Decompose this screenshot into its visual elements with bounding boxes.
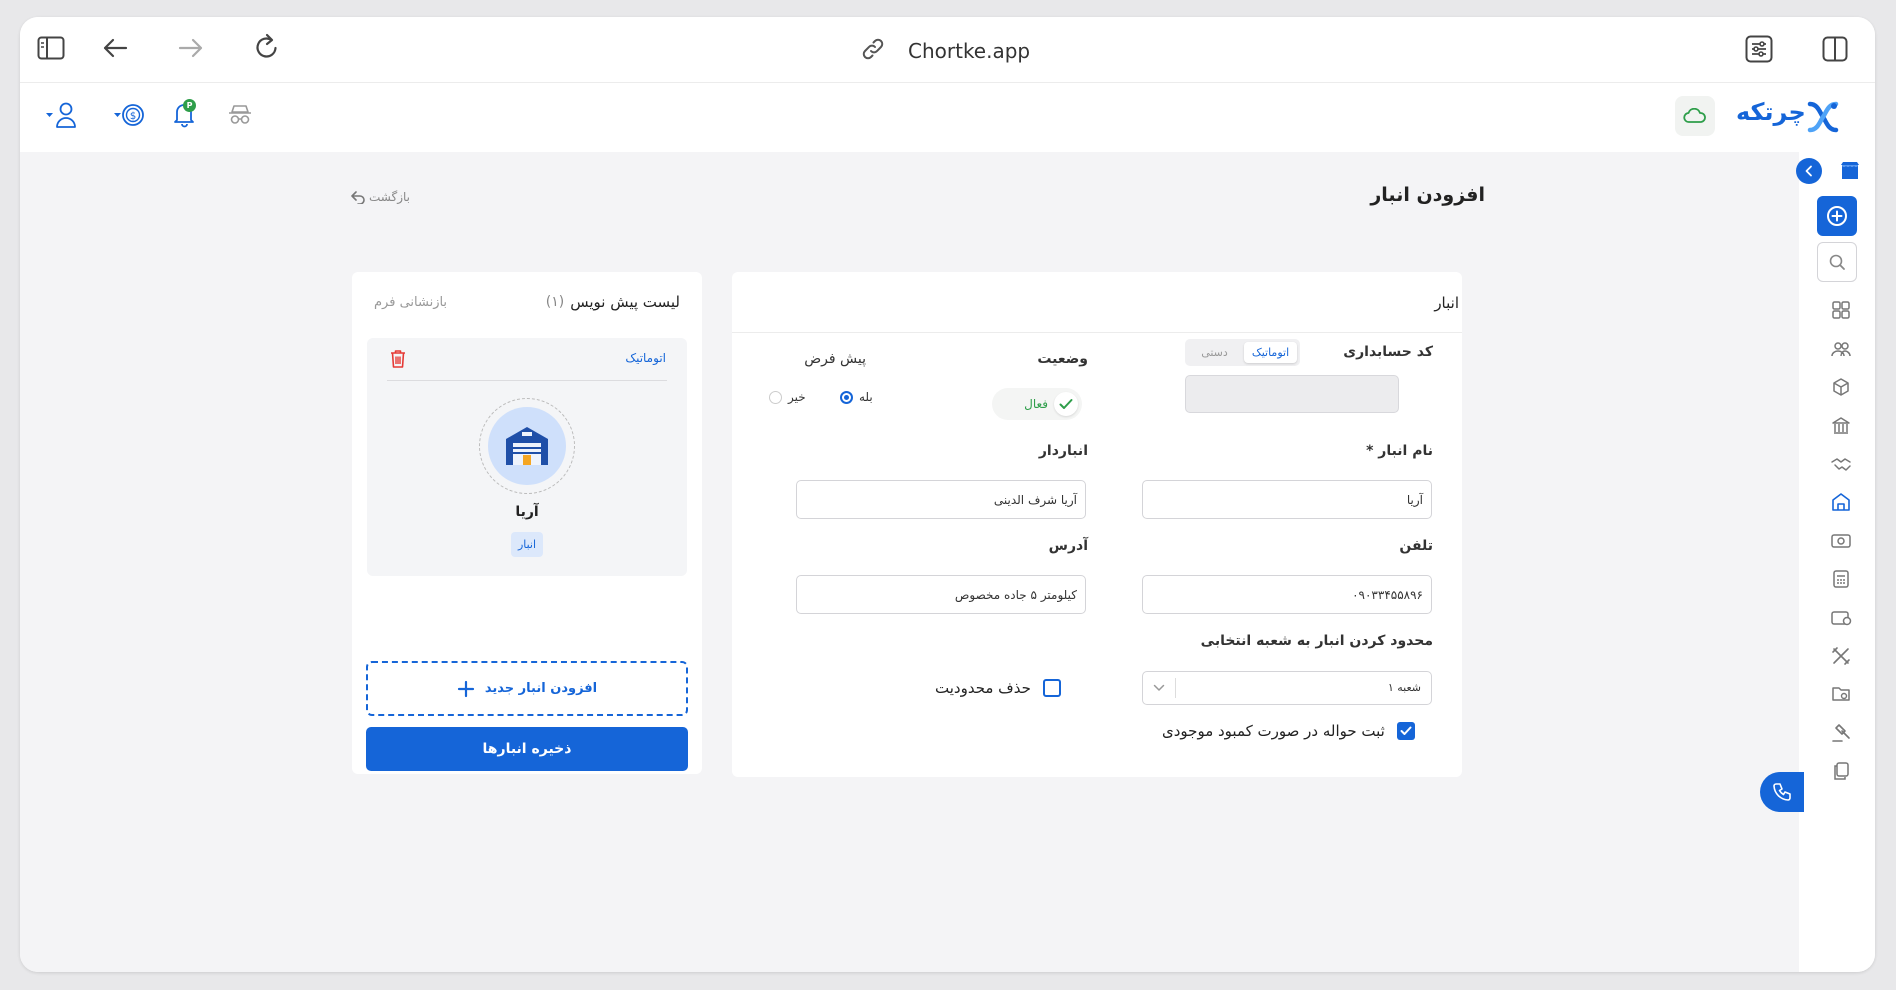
branch-select-value: شعبه ۱ — [1387, 681, 1421, 694]
default-no-label: خیر — [788, 390, 806, 404]
add-new-warehouse-button[interactable]: افزودن انبار جدید — [366, 661, 688, 716]
radio-checked-icon — [840, 390, 853, 404]
branch-select[interactable]: شعبه ۱ — [1142, 671, 1432, 705]
draft-item-code-mode: اتوماتیک — [625, 351, 666, 365]
item-divider — [387, 380, 667, 381]
address-bar-url[interactable]: Chortke.app — [908, 39, 1030, 63]
default-yes-label: بله — [859, 390, 873, 404]
draft-count: (۱) — [545, 294, 565, 310]
phone-label: تلفن — [1399, 538, 1433, 554]
section-divider — [732, 332, 1462, 333]
checkbox-checked-icon — [1396, 722, 1415, 740]
dashboard-grid-icon[interactable] — [1830, 299, 1852, 321]
checkbox-unchecked-icon — [1042, 679, 1061, 697]
remove-limit-label: حذف محدودیت — [935, 679, 1031, 697]
address-input[interactable]: کیلومتر ۵ جاده مخصوص — [796, 575, 1086, 614]
documents-icon[interactable] — [1830, 760, 1852, 782]
svg-text:$: $ — [130, 111, 136, 122]
warehouse-name-input[interactable]: آریا — [1142, 480, 1432, 519]
back-arrow-icon[interactable] — [98, 31, 132, 65]
split-view-icon[interactable] — [1818, 32, 1852, 66]
handshake-icon[interactable] — [1830, 453, 1852, 475]
calculator-icon[interactable] — [1830, 568, 1852, 590]
warehouse-icon — [488, 407, 566, 485]
code-mode-automatic[interactable]: اتوماتیک — [1244, 342, 1297, 363]
people-icon[interactable] — [1830, 338, 1852, 360]
status-value: فعال — [1024, 397, 1048, 411]
plus-icon — [457, 680, 474, 697]
check-icon — [1054, 392, 1078, 416]
draft-list-card: لیست پیش نویس (۱) بازنشانی فرم اتوماتیک … — [352, 272, 702, 774]
warehouse-form-card: انبار کد حسابداری اتوماتیک دستی وضعیت فع… — [732, 272, 1462, 777]
register-shortage-label: ثبت حواله در صورت کمبود موجودی — [1162, 722, 1385, 740]
status-toggle[interactable]: فعال — [992, 388, 1082, 420]
incognito-icon[interactable] — [224, 100, 256, 130]
radio-unchecked-icon — [769, 390, 782, 404]
status-label: وضعیت — [1037, 351, 1088, 367]
box-icon[interactable] — [1830, 376, 1852, 398]
draft-list-header: لیست پیش نویس (۱) — [546, 293, 680, 311]
quick-add-icon[interactable] — [1817, 196, 1857, 236]
store-icon[interactable] — [1839, 160, 1861, 182]
bank-icon[interactable] — [1830, 415, 1852, 437]
notification-badge: P — [183, 99, 196, 112]
sidebar-toggle-icon[interactable] — [34, 31, 68, 65]
browser-toolbar: Chortke.app — [20, 17, 1875, 83]
warehouse-keeper-label: انباردار — [1038, 443, 1088, 459]
cloud-sync-icon[interactable] — [1675, 96, 1715, 136]
gavel-icon[interactable] — [1830, 722, 1852, 744]
accounting-code-label: کد حسابداری — [1343, 344, 1433, 360]
draft-item[interactable]: اتوماتیک آریا انبار — [367, 338, 687, 576]
link-icon — [858, 34, 888, 64]
section-title: انبار — [1434, 294, 1459, 312]
trash-icon[interactable] — [389, 349, 407, 369]
back-link[interactable]: بازگشت — [350, 190, 410, 204]
address-label: آدرس — [1048, 538, 1088, 554]
forward-arrow-icon[interactable] — [174, 31, 208, 65]
add-new-label: افزودن انبار جدید — [484, 681, 598, 696]
register-shortage-checkbox[interactable]: ثبت حواله در صورت کمبود موجودی — [1162, 722, 1415, 740]
collapse-sidebar-icon[interactable] — [1796, 158, 1822, 184]
sidebar-search-icon[interactable] — [1817, 242, 1857, 282]
remove-limit-checkbox[interactable]: حذف محدودیت — [935, 679, 1061, 697]
back-link-label: بازگشت — [369, 190, 410, 204]
default-label: پیش فرض — [804, 351, 866, 367]
code-mode-manual[interactable]: دستی — [1188, 342, 1241, 363]
warehouse-nav-icon[interactable] — [1830, 491, 1852, 513]
default-yes-radio[interactable]: بله — [840, 390, 873, 404]
draft-item-name: آریا — [515, 504, 539, 520]
page-title: افزودن انبار — [1370, 184, 1485, 206]
content-area: افزودن انبار بازگشت انبار کد حسابداری ات… — [20, 152, 1875, 972]
branch-limit-label: محدود کردن انبار به شعبه انتخابی — [1200, 633, 1433, 649]
reload-icon[interactable] — [250, 29, 284, 65]
warehouse-keeper-input[interactable]: آریا شرف الدینی — [796, 480, 1086, 519]
cash-icon[interactable] — [1830, 530, 1852, 552]
brand-name: چرتکه — [1736, 98, 1806, 126]
folder-search-icon[interactable] — [1830, 683, 1852, 705]
accounting-code-input[interactable] — [1185, 375, 1399, 413]
tools-icon[interactable] — [1830, 645, 1852, 667]
logo-icon[interactable] — [1804, 98, 1842, 136]
wallet-icon[interactable] — [1830, 607, 1852, 629]
draft-item-tag: انبار — [511, 532, 543, 557]
default-no-radio[interactable]: خیر — [769, 390, 806, 404]
warehouse-name-label: نام انبار * — [1366, 443, 1433, 459]
select-divider — [1175, 678, 1176, 698]
save-warehouses-button[interactable]: ذخیره انبارها — [366, 727, 688, 771]
browser-window: Chortke.app $ P چرتکه افزودن انبار بازگش… — [20, 17, 1875, 972]
tune-icon[interactable] — [1742, 32, 1776, 66]
undo-icon — [351, 191, 365, 204]
phone-input[interactable]: ۰۹۰۳۳۴۵۵۸۹۶ — [1142, 575, 1432, 614]
chevron-down-icon — [1153, 684, 1165, 691]
support-phone-icon[interactable] — [1760, 772, 1804, 812]
draft-list-title: لیست پیش نویس — [570, 293, 680, 311]
reset-form-button[interactable]: بازنشانی فرم — [374, 295, 447, 310]
currency-menu-icon[interactable]: $ — [112, 100, 146, 130]
app-header: $ P چرتکه — [20, 84, 1875, 152]
user-menu-icon[interactable] — [44, 100, 78, 130]
